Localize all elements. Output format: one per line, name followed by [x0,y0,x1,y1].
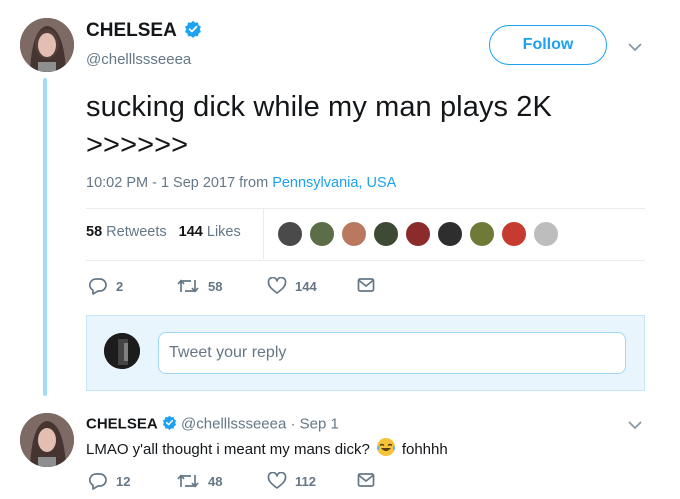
author-avatar[interactable] [20,18,74,72]
heart-icon [267,472,287,489]
liker-avatar[interactable] [340,220,368,248]
liker-avatar[interactable] [436,220,464,248]
tweet-location[interactable]: Pennsylvania, USA [272,175,396,191]
retweet-icon [177,474,199,488]
verified-badge-icon [162,415,177,434]
tweet-text-line-2: >>>>>> [86,129,189,161]
reply-like-action[interactable]: 112 [267,472,316,490]
reply-like-count: 112 [295,473,316,489]
reply-author-handle[interactable]: @chelllssseeea [181,415,286,432]
reply-text-tail: fohhhh [401,440,448,458]
like-action[interactable]: 144 [267,277,317,295]
reply-text-main: LMAO y'all thought i meant my mans dick? [86,440,370,458]
heart-icon [267,277,287,294]
retweets-stat[interactable]: 58 Retweets [86,224,167,240]
liker-avatar[interactable] [372,220,400,248]
reply-reply-count: 12 [116,473,131,489]
reply-action[interactable]: 2 [88,277,123,295]
retweet-icon [177,279,199,293]
laughing-tears-emoji-icon [376,437,396,461]
envelope-icon [357,278,375,292]
reply-direct-message-action[interactable] [357,472,383,488]
likes-label: Likes [206,224,241,240]
retweet-count: 58 [208,278,223,294]
liker-avatar[interactable] [468,220,496,248]
retweets-label: Retweets [106,224,167,240]
author-header: CHELSEA [86,20,202,43]
tweet-meta: 10:02 PM - 1 Sep 2017 from Pennsylvania,… [86,175,396,191]
liker-avatar[interactable] [404,220,432,248]
reply-input[interactable]: Tweet your reply [158,332,626,374]
divider-bottom [86,260,645,261]
reply-header: CHELSEA @chelllssseeea · Sep 1 [86,415,339,434]
envelope-icon [357,473,375,487]
current-user-avatar[interactable] [104,333,140,369]
reply-date[interactable]: · Sep 1 [290,415,338,432]
reply-reply-action[interactable]: 12 [88,472,130,490]
reply-retweet-count: 48 [208,473,223,489]
liker-avatar[interactable] [532,220,560,248]
reply-count: 2 [116,278,124,294]
more-options-chevron-icon[interactable] [627,40,643,58]
tweet-text: sucking dick while my man plays 2K >>>>>… [86,88,552,164]
reply-icon [88,278,107,295]
thread-line [43,78,47,396]
retweets-count: 58 [86,224,103,240]
likes-stat[interactable]: 144 Likes [179,224,241,240]
liker-avatar[interactable] [276,220,304,248]
retweet-action[interactable]: 58 [176,277,222,295]
like-count: 144 [295,278,317,294]
liker-avatar[interactable] [500,220,528,248]
divider-top [86,208,645,209]
reply-more-options-chevron-icon[interactable] [627,418,643,436]
stats-divider [263,209,264,259]
verified-badge-icon [184,20,202,43]
follow-button[interactable]: Follow [489,25,607,65]
reply-retweet-action[interactable]: 48 [176,472,222,490]
author-handle[interactable]: @chelllssseeea [86,51,191,68]
tweet-text-line-1: sucking dick while my man plays 2K [86,91,552,123]
reply-text: LMAO y'all thought i meant my mans dick?… [86,437,448,461]
reply-author-name[interactable]: CHELSEA [86,415,158,432]
author-name[interactable]: CHELSEA [86,20,177,41]
liker-avatar[interactable] [308,220,336,248]
likes-count: 144 [178,224,203,240]
reply-author-avatar[interactable] [20,413,74,467]
engagement-stats: 58 Retweets 144 Likes [86,224,241,240]
reply-icon [88,473,107,490]
tweet-timestamp[interactable]: 10:02 PM - 1 Sep 2017 from [86,175,272,191]
direct-message-action[interactable] [357,277,383,293]
